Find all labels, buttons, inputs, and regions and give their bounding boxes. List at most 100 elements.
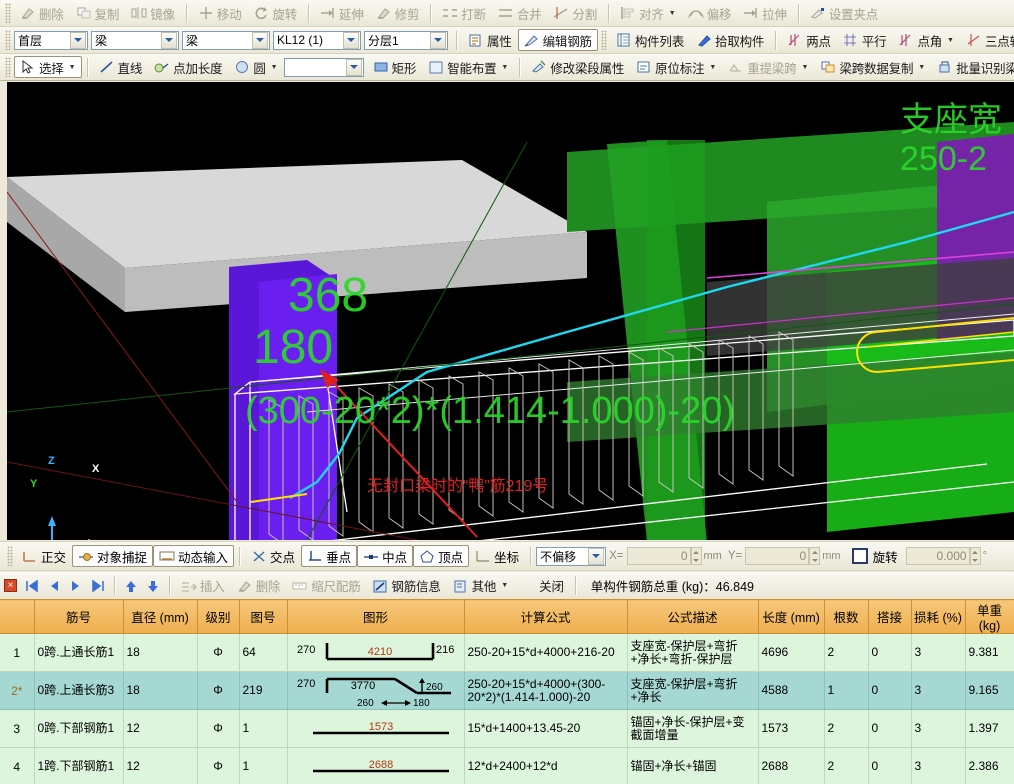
cell-dia[interactable]: 18 (122, 633, 198, 672)
arc-style-select[interactable] (283, 57, 364, 77)
component-category-select[interactable]: 梁 (91, 30, 179, 50)
cell-formula[interactable]: 250-20+15*d+4000+(300-20*2)*(1.414-1.000… (464, 671, 628, 710)
chevron-down-icon[interactable] (161, 31, 177, 49)
toolbar-grip[interactable] (5, 30, 11, 50)
column-header-idx[interactable] (0, 599, 35, 634)
other-button[interactable]: 其他 ▼ (447, 575, 515, 597)
three-point-axis-button[interactable]: 三点辅轴▼ (960, 29, 1014, 51)
close-icon[interactable]: × (4, 579, 17, 592)
chevron-down-icon[interactable]: ▼ (709, 64, 716, 71)
cell-lap[interactable]: 0 (868, 709, 912, 748)
cell-shape[interactable]: 270 3770 260 260 180 (286, 671, 465, 710)
row-header[interactable]: 2* (0, 671, 35, 710)
chevron-down-icon[interactable] (588, 547, 605, 565)
circle-button[interactable]: 圆 ▼ (228, 56, 283, 78)
offset-x-stepper[interactable] (690, 547, 702, 565)
vertex-snap-toggle[interactable]: 顶点 (413, 545, 470, 567)
chevron-down-icon[interactable]: ▼ (947, 37, 954, 44)
cell-len[interactable]: 4588 (758, 671, 825, 710)
point-angle-axis-button[interactable]: 点角 ▼ (892, 29, 960, 51)
chevron-down-icon[interactable]: ▼ (271, 64, 278, 71)
cell-grade[interactable]: Φ (197, 633, 240, 672)
last-record-button[interactable] (87, 576, 109, 596)
column-header-desc[interactable]: 公式描述 (627, 599, 759, 634)
chevron-down-icon[interactable] (70, 31, 86, 49)
batch-recognize-support-button[interactable]: 批量识别梁支座 (931, 56, 1014, 78)
cell-shape[interactable]: 2688 (286, 747, 465, 784)
cell-formula[interactable]: 250-20+15*d+4000+216-20 (464, 633, 628, 672)
cell-unitwt[interactable]: 9.165 (965, 671, 1014, 710)
cell-dia[interactable]: 12 (122, 747, 198, 784)
offset-y-stepper[interactable] (809, 547, 821, 565)
column-header-grade[interactable]: 级别 (197, 599, 240, 634)
row-header[interactable]: 4 (0, 747, 35, 784)
cell-len[interactable]: 2688 (758, 747, 825, 784)
prev-record-button[interactable] (43, 576, 65, 596)
in-place-annotation-button[interactable]: 原位标注 ▼ (630, 56, 722, 78)
cell-count[interactable]: 2 (824, 633, 869, 672)
midpoint-snap-toggle[interactable]: 中点 (357, 545, 414, 567)
intersection-snap-toggle[interactable]: 交点 (245, 545, 301, 567)
row-header[interactable]: 3 (0, 709, 35, 748)
cell-name[interactable]: 1跨.下部钢筋1 (34, 747, 124, 784)
component-list-button[interactable]: 构件列表 (610, 29, 690, 51)
column-header-name[interactable]: 筋号 (34, 599, 124, 634)
layer-select[interactable]: 分层1 (364, 30, 448, 50)
next-record-button[interactable] (65, 576, 87, 596)
cell-shape[interactable]: 1573 (286, 709, 465, 748)
cell-count[interactable]: 1 (824, 671, 869, 710)
3d-viewport[interactable]: 支座宽 250-2 368 180 (300-20*2)*(1.414-1.000)-2… (7, 82, 1014, 540)
ortho-toggle[interactable]: 正交 (16, 545, 72, 567)
cell-figno[interactable]: 219 (239, 671, 288, 710)
two-point-axis-button[interactable]: 两点 (781, 29, 837, 51)
cell-desc[interactable]: 锚固+净长-保护层+变截面增量 (627, 709, 759, 748)
point-length-button[interactable]: 点加长度 (148, 56, 228, 78)
toolbar-grip[interactable] (5, 3, 11, 23)
cell-desc[interactable]: 锚固+净长+锚固 (627, 747, 759, 784)
cell-name[interactable]: 0跨.下部钢筋1 (34, 709, 124, 748)
chevron-down-icon[interactable]: ▼ (69, 64, 76, 71)
cell-unitwt[interactable]: 1.397 (965, 709, 1014, 748)
column-header-loss[interactable]: 损耗 (%) (911, 599, 966, 634)
table-row[interactable]: 3 0跨.下部钢筋1 12 Φ 1 1573 15*d+1400+13.45-20 锚固+净长… (0, 709, 1014, 748)
rotate-input[interactable]: 0.000 (905, 547, 970, 565)
edit-rebar-button[interactable]: 编辑钢筋 (517, 29, 598, 51)
column-header-len[interactable]: 长度 (mm) (758, 599, 825, 634)
smart-layout-button[interactable]: 智能布置 ▼ (422, 56, 514, 78)
chevron-down-icon[interactable] (343, 31, 359, 49)
chevron-down-icon[interactable]: ▼ (501, 64, 508, 71)
cell-count[interactable]: 2 (824, 709, 869, 748)
cell-shape[interactable]: 270 4210 216 (286, 633, 465, 672)
column-header-unitwt[interactable]: 单重 (kg) (965, 599, 1014, 634)
parallel-axis-button[interactable]: 平行 (837, 29, 893, 51)
offset-x-input[interactable]: 0 (626, 547, 691, 565)
perpendicular-snap-toggle[interactable]: 垂点 (301, 545, 358, 567)
table-row[interactable]: 1 0跨.上通长筋1 18 Φ 64 270 4210 216 250-20+15*d+4000… (0, 633, 1014, 672)
column-header-lap[interactable]: 搭接 (868, 599, 912, 634)
toolbar-grip[interactable] (600, 30, 607, 50)
cell-unitwt[interactable]: 2.386 (965, 747, 1014, 784)
rotate-checkbox[interactable] (851, 548, 868, 564)
dynamic-input-toggle[interactable]: 动态输入 (153, 545, 235, 567)
first-record-button[interactable] (21, 576, 43, 596)
cell-figno[interactable]: 1 (239, 709, 288, 748)
cell-formula[interactable]: 15*d+1400+13.45-20 (464, 709, 628, 748)
move-down-button[interactable] (142, 576, 164, 596)
cell-loss[interactable]: 3 (911, 633, 966, 672)
chevron-down-icon[interactable]: ▼ (802, 64, 809, 71)
cell-grade[interactable]: Φ (197, 747, 240, 784)
rebar-table[interactable]: 筋号 直径 (mm) 级别 图号 图形 计算公式 公式描述 长度 (mm) 根数 搭接 损耗 (%)… (0, 599, 1014, 784)
cell-len[interactable]: 1573 (758, 709, 825, 748)
move-up-button[interactable] (120, 576, 142, 596)
close-panel-button[interactable]: 关闭 (514, 575, 570, 597)
toolbar-grip[interactable] (5, 57, 11, 77)
rectangle-button[interactable]: 矩形 (367, 56, 423, 78)
cell-formula[interactable]: 12*d+2400+12*d (464, 747, 628, 784)
cell-name[interactable]: 0跨.上通长筋3 (34, 671, 124, 710)
span-data-copy-button[interactable]: 梁跨数据复制 ▼ (814, 56, 931, 78)
offset-y-input[interactable]: 0 (745, 547, 810, 565)
cell-len[interactable]: 4696 (758, 633, 825, 672)
rebar-info-button[interactable]: 钢筋信息 (366, 575, 446, 597)
object-snap-toggle[interactable]: 对象捕捉 (72, 545, 154, 567)
chevron-down-icon[interactable] (252, 31, 268, 49)
